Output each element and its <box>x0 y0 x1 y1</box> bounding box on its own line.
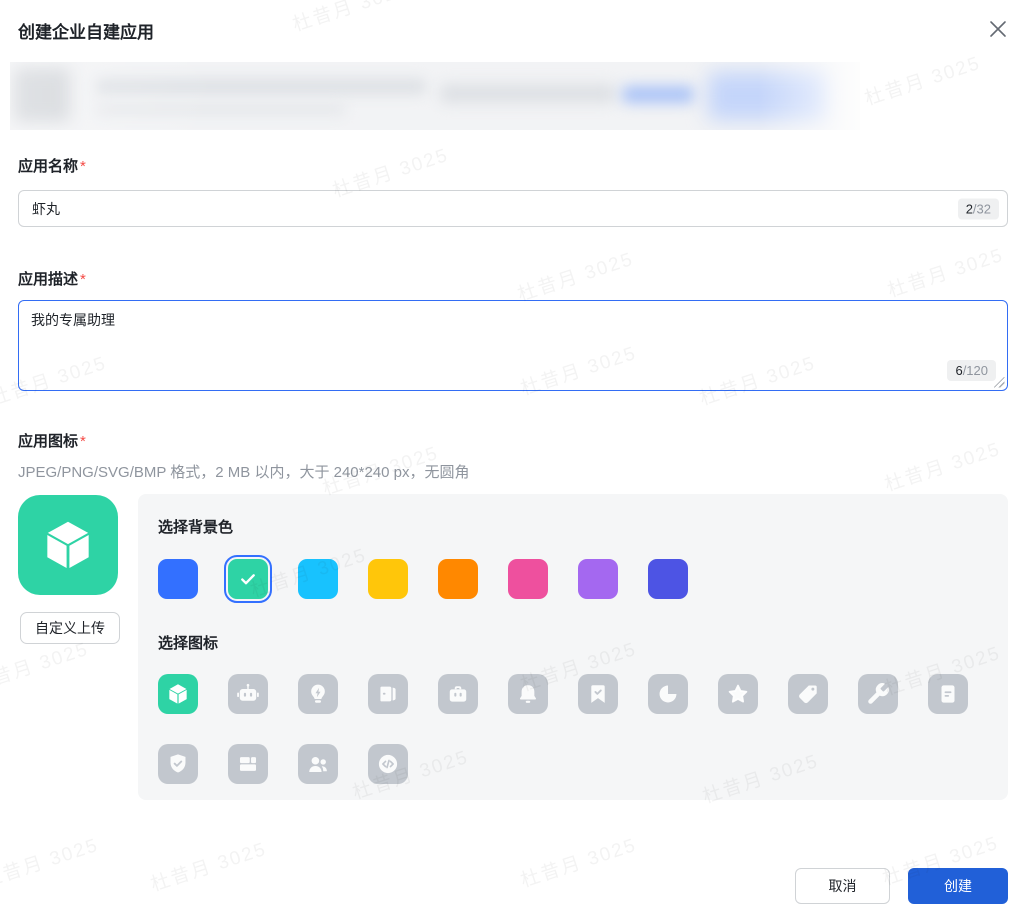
bg-color-swatch-yellow[interactable] <box>368 559 408 599</box>
icon-tile-briefcase[interactable] <box>438 674 478 714</box>
bg-color-swatch-teal[interactable] <box>228 559 268 599</box>
icon-tile-book[interactable] <box>368 674 408 714</box>
pie-chart-icon <box>655 681 681 707</box>
icon-tile-document[interactable] <box>928 674 968 714</box>
required-asterisk: * <box>80 158 86 175</box>
char-limit: /120 <box>963 363 988 378</box>
icon-tile-tag[interactable] <box>788 674 828 714</box>
book-icon <box>375 681 401 707</box>
app-name-label: 应用名称* <box>18 155 86 176</box>
app-name-label-text: 应用名称 <box>18 158 78 175</box>
icon-picker-panel: 选择背景色 选择图标 <box>138 494 1008 800</box>
required-asterisk: * <box>80 433 86 450</box>
app-name-char-counter: 2/32 <box>958 198 999 219</box>
watermark-text: 杜昔月 3025 <box>517 830 640 893</box>
watermark-text: 杜昔月 3025 <box>884 240 1007 303</box>
banner-fade <box>10 62 860 130</box>
app-icon-format-hint: JPEG/PNG/SVG/BMP 格式，2 MB 以内，大于 240*240 p… <box>18 461 470 482</box>
document-icon <box>935 681 961 707</box>
background-color-section-title: 选择背景色 <box>158 516 988 537</box>
check-icon <box>237 568 259 590</box>
bookmark-check-icon <box>585 681 611 707</box>
watermark-text: 杜昔月 3025 <box>861 48 984 111</box>
icon-tile-layout[interactable] <box>228 744 268 784</box>
icon-tile-robot[interactable] <box>228 674 268 714</box>
icon-tile-shield-check[interactable] <box>158 744 198 784</box>
code-icon <box>375 751 401 777</box>
layout-icon <box>235 751 261 777</box>
app-desc-textarea-wrap: 我的专属助理 6/120 <box>18 300 1008 391</box>
icon-tile-users[interactable] <box>298 744 338 784</box>
bg-color-swatch-cyan[interactable] <box>298 559 338 599</box>
wrench-icon <box>865 681 891 707</box>
char-count: 6 <box>955 363 962 378</box>
robot-icon <box>235 681 261 707</box>
icon-tile-bell[interactable] <box>508 674 548 714</box>
tag-icon <box>795 681 821 707</box>
watermark-text: 杜昔月 3025 <box>0 830 102 893</box>
custom-upload-button[interactable]: 自定义上传 <box>20 612 120 644</box>
char-limit: /32 <box>973 201 991 216</box>
icon-section-title: 选择图标 <box>158 632 988 653</box>
app-icon-label: 应用图标* <box>18 430 86 451</box>
bg-color-swatch-pink[interactable] <box>508 559 548 599</box>
notice-banner-blurred <box>10 62 860 130</box>
shield-check-icon <box>165 751 191 777</box>
bg-color-swatch-blue[interactable] <box>158 559 198 599</box>
icon-tile-pie-chart[interactable] <box>648 674 688 714</box>
icon-tile-wrench[interactable] <box>858 674 898 714</box>
create-app-dialog: { "dialog": { "title": "创建企业自建应用" }, "wa… <box>0 0 1029 922</box>
users-icon <box>305 751 331 777</box>
app-icon-preview <box>18 495 118 595</box>
watermark-text: 杜昔月 3025 <box>147 834 270 897</box>
watermark-text: 杜昔月 3025 <box>289 0 412 37</box>
app-name-input[interactable] <box>18 190 1008 227</box>
app-icon-label-text: 应用图标 <box>18 433 78 450</box>
close-icon[interactable] <box>983 14 1013 44</box>
bg-color-swatch-purple[interactable] <box>578 559 618 599</box>
icon-tile-lightbulb[interactable] <box>298 674 338 714</box>
icon-tile-cube[interactable] <box>158 674 198 714</box>
bell-icon <box>515 681 541 707</box>
watermark-text: 杜昔月 3025 <box>881 434 1004 497</box>
star-icon <box>725 681 751 707</box>
cube-icon <box>37 514 99 576</box>
cube-icon <box>165 681 191 707</box>
icon-tile-grid <box>158 674 974 784</box>
icon-tile-code[interactable] <box>368 744 408 784</box>
app-name-input-wrap: 2/32 <box>18 190 1008 227</box>
icon-tile-star[interactable] <box>718 674 758 714</box>
app-desc-char-counter: 6/120 <box>947 360 996 381</box>
briefcase-icon <box>445 681 471 707</box>
dialog-title: 创建企业自建应用 <box>18 18 154 43</box>
app-desc-label-text: 应用描述 <box>18 271 78 288</box>
app-desc-textarea[interactable]: 我的专属助理 <box>18 300 1008 391</box>
background-color-list <box>158 559 988 599</box>
lightbulb-icon <box>305 681 331 707</box>
watermark-text: 杜昔月 3025 <box>514 244 637 307</box>
required-asterisk: * <box>80 271 86 288</box>
bg-color-swatch-orange[interactable] <box>438 559 478 599</box>
icon-tile-bookmark-check[interactable] <box>578 674 618 714</box>
create-button[interactable]: 创建 <box>908 868 1008 904</box>
cancel-button[interactable]: 取消 <box>795 868 890 904</box>
bg-color-swatch-indigo[interactable] <box>648 559 688 599</box>
app-desc-label: 应用描述* <box>18 268 86 289</box>
